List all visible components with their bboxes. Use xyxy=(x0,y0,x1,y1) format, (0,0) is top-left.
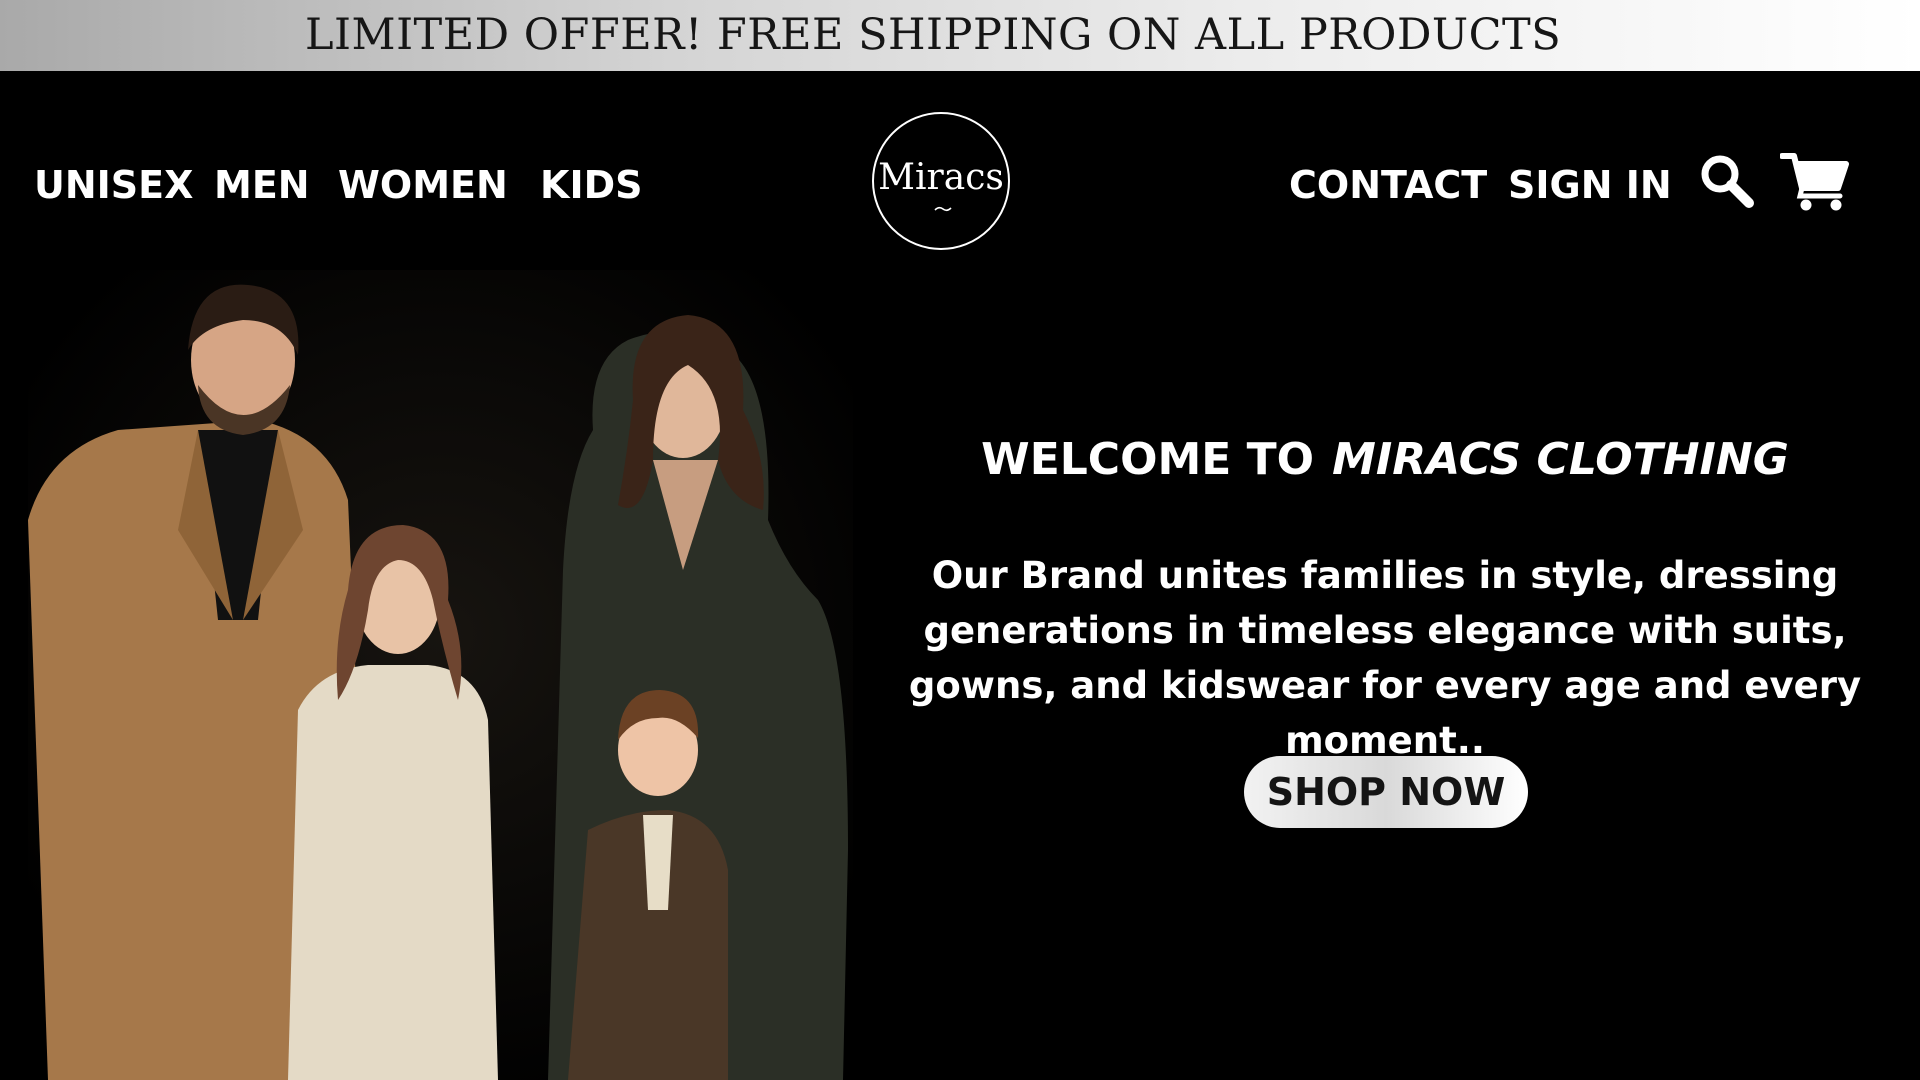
shop-now-button[interactable]: SHOP NOW xyxy=(1244,756,1528,828)
search-icon[interactable] xyxy=(1698,152,1756,210)
logo-text: Miracs xyxy=(878,157,1004,198)
cart-icon[interactable] xyxy=(1780,150,1850,212)
promo-text: LIMITED OFFER! FREE SHIPPING ON ALL PROD… xyxy=(305,10,1562,60)
hero-heading: WELCOME TO MIRACS CLOTHING xyxy=(0,438,1920,482)
nav-sign-in[interactable]: SIGN IN xyxy=(1508,166,1672,204)
nav-women[interactable]: WOMEN xyxy=(338,166,508,204)
logo-swash-icon xyxy=(934,206,952,212)
promo-banner: LIMITED OFFER! FREE SHIPPING ON ALL PROD… xyxy=(0,0,1920,71)
nav-kids[interactable]: KIDS xyxy=(540,166,643,204)
nav-men[interactable]: MEN xyxy=(214,166,310,204)
hero-description: Our Brand unites families in style, dres… xyxy=(908,554,1862,762)
hero-family-image xyxy=(28,270,853,1080)
hero-heading-prefix: WELCOME TO xyxy=(981,434,1315,485)
nav-contact[interactable]: CONTACT xyxy=(1289,166,1487,204)
hero-heading-brand: MIRACS CLOTHING xyxy=(1332,434,1789,485)
nav-unisex[interactable]: UNISEX xyxy=(34,166,193,204)
brand-logo[interactable]: Miracs xyxy=(872,112,1010,250)
